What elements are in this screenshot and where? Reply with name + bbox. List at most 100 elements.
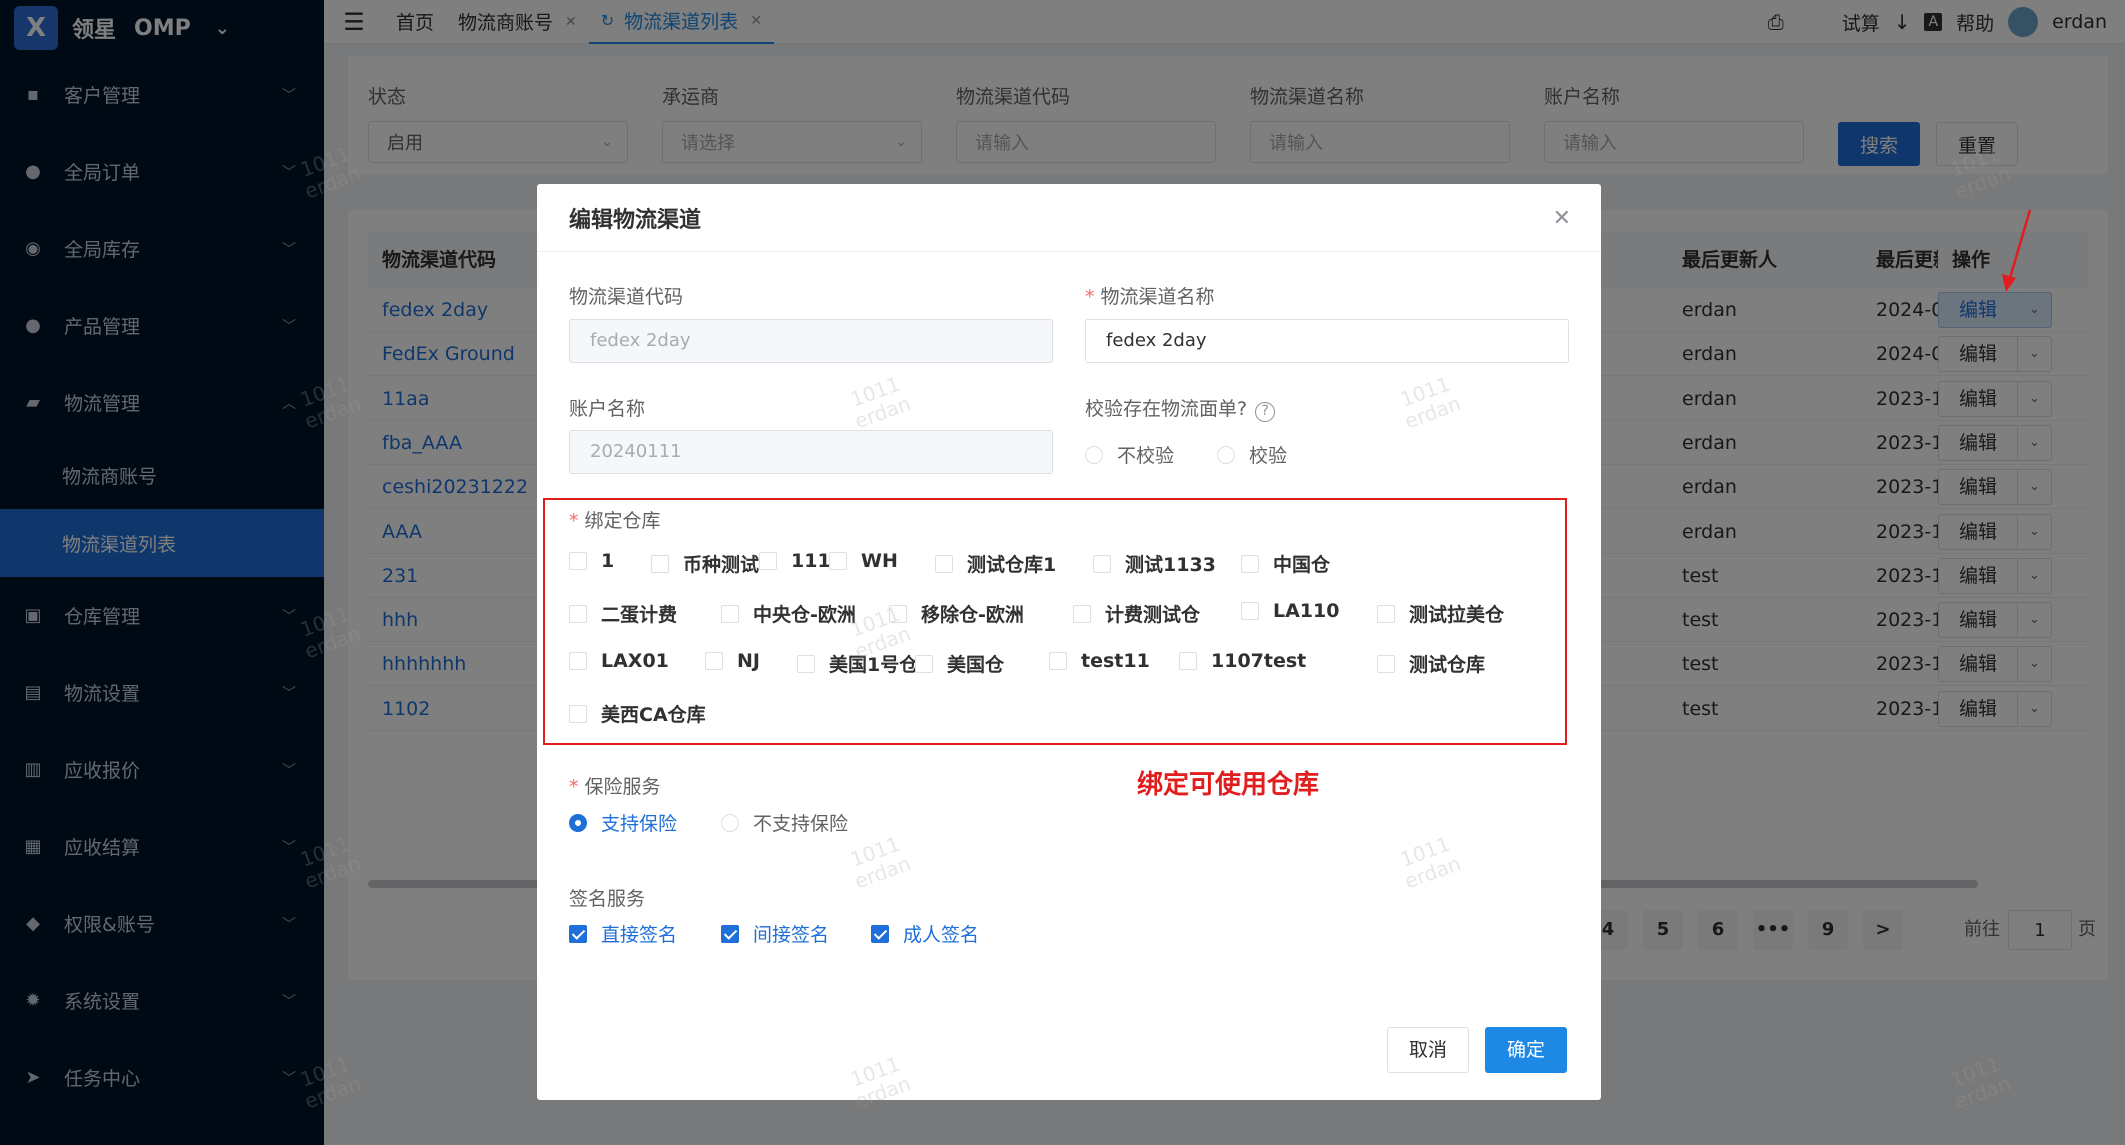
checkbox	[569, 552, 587, 570]
warehouse-option[interactable]: 111	[759, 550, 831, 572]
checkbox-label: 1107test	[1211, 650, 1307, 672]
warehouse-option[interactable]: NJ	[705, 650, 760, 672]
checkbox-label: 移除仓-欧洲	[921, 604, 1024, 626]
warehouse-option[interactable]: 中央仓-欧洲	[721, 600, 856, 627]
required-mark: *	[569, 776, 579, 798]
edit-channel-dialog: 编辑物流渠道 ✕ 物流渠道代码 fedex 2day * 物流渠道名称 fedex…	[537, 184, 1601, 1100]
verify-label: 校验存在物流面单??	[1085, 394, 1276, 422]
channel-name-label: * 物流渠道名称	[1085, 282, 1215, 309]
checkbox-label: LAX01	[601, 650, 669, 672]
warehouse-option[interactable]: LAX01	[569, 650, 669, 672]
warehouse-label: * 绑定仓库	[569, 506, 661, 533]
warehouse-option[interactable]: 1107test	[1179, 650, 1306, 672]
warehouse-option[interactable]: 测试1133	[1093, 550, 1216, 577]
radio-circle	[721, 813, 739, 832]
warehouse-label-text: 绑定仓库	[584, 510, 661, 532]
checkbox-label: 测试仓库1	[967, 554, 1057, 576]
checkbox-label: LA110	[1273, 600, 1340, 622]
warehouse-option[interactable]: test11	[1049, 650, 1150, 672]
checkbox-label: 测试1133	[1125, 554, 1216, 576]
warehouse-option[interactable]: 1	[569, 550, 614, 572]
checkbox	[721, 924, 739, 943]
confirm-button[interactable]: 确定	[1485, 1027, 1567, 1073]
required-mark: *	[569, 510, 579, 532]
account-name-field: 20240111	[569, 430, 1053, 474]
checkbox	[1241, 602, 1259, 620]
checkbox-label: WH	[861, 550, 898, 572]
radio-label: 不校验	[1117, 445, 1175, 467]
dialog-title: 编辑物流渠道	[569, 207, 702, 233]
checkbox	[1093, 554, 1111, 573]
insurance-label-text: 保险服务	[584, 776, 661, 798]
channel-code-label: 物流渠道代码	[569, 282, 683, 309]
warehouse-option[interactable]: 测试拉美仓	[1377, 600, 1504, 627]
checkbox	[797, 654, 815, 673]
verify-option-yes[interactable]: 校验	[1217, 441, 1287, 468]
checkbox-label: 111	[791, 550, 831, 572]
question-icon[interactable]: ?	[1255, 402, 1276, 422]
warehouse-option[interactable]: 二蛋计费	[569, 600, 677, 627]
checkbox	[829, 552, 847, 570]
insurance-option-support[interactable]: 支持保险	[569, 809, 677, 836]
cancel-button[interactable]: 取消	[1387, 1027, 1469, 1073]
checkbox	[569, 652, 587, 670]
insurance-option-unsupported[interactable]: 不支持保险	[721, 809, 848, 836]
radio-circle	[1085, 445, 1103, 464]
channel-name-field[interactable]: fedex 2day	[1085, 319, 1569, 363]
checkbox	[1073, 604, 1091, 623]
checkbox-label: 1	[601, 550, 615, 572]
signature-option-adult[interactable]: 成人签名	[871, 920, 979, 947]
checkbox-label: 美国仓	[947, 654, 1005, 676]
signature-label-text: 签名服务	[569, 888, 646, 910]
warehouse-option[interactable]: 计费测试仓	[1073, 600, 1200, 627]
checkbox-label: 美西CA仓库	[601, 704, 706, 726]
checkbox-label: 计费测试仓	[1105, 604, 1201, 626]
checkbox-label: 测试仓库	[1409, 654, 1486, 676]
account-name-label: 账户名称	[569, 394, 645, 421]
warehouse-option[interactable]: 测试仓库1	[935, 550, 1056, 577]
channel-code-field: fedex 2day	[569, 319, 1053, 363]
checkbox	[721, 604, 739, 623]
radio-circle	[569, 813, 587, 832]
dialog-header: 编辑物流渠道 ✕	[537, 184, 1601, 252]
annotation-text: 绑定可使用仓库	[1137, 770, 1320, 800]
checkbox	[1377, 654, 1395, 673]
checkbox-label: 测试拉美仓	[1409, 604, 1505, 626]
checkbox-label: 直接签名	[601, 924, 678, 946]
account-name-label-text: 账户名称	[569, 398, 646, 420]
signature-option-direct[interactable]: 直接签名	[569, 920, 677, 947]
checkbox-label: 成人签名	[903, 924, 980, 946]
required-mark: *	[1085, 286, 1095, 308]
signature-label: 签名服务	[569, 884, 645, 911]
radio-label: 支持保险	[601, 813, 678, 835]
checkbox	[1241, 554, 1259, 573]
channel-name-label-text: 物流渠道名称	[1100, 286, 1215, 308]
checkbox	[871, 924, 889, 943]
warehouse-option[interactable]: LA110	[1241, 600, 1339, 622]
verify-option-no[interactable]: 不校验	[1085, 441, 1174, 468]
checkbox	[915, 654, 933, 673]
checkbox	[705, 652, 723, 670]
warehouse-option[interactable]: 中国仓	[1241, 550, 1330, 577]
signature-option-indirect[interactable]: 间接签名	[721, 920, 829, 947]
warehouse-option[interactable]: 移除仓-欧洲	[889, 600, 1024, 627]
checkbox	[1179, 652, 1197, 670]
checkbox	[935, 554, 953, 573]
checkbox-label: 间接签名	[753, 924, 830, 946]
channel-code-label-text: 物流渠道代码	[569, 286, 684, 308]
warehouse-option[interactable]: 美国仓	[915, 650, 1004, 677]
warehouse-option[interactable]: 币种测试	[651, 550, 759, 577]
checkbox	[569, 604, 587, 623]
radio-label: 不支持保险	[753, 813, 849, 835]
warehouse-option[interactable]: WH	[829, 550, 898, 572]
close-icon[interactable]: ✕	[1553, 206, 1571, 231]
checkbox	[569, 924, 587, 943]
checkbox-label: 中国仓	[1273, 554, 1331, 576]
radio-label: 校验	[1249, 445, 1288, 467]
verify-label-text: 校验存在物流面单?	[1085, 398, 1248, 420]
checkbox-label: test11	[1081, 650, 1150, 672]
warehouse-option[interactable]: 美西CA仓库	[569, 700, 706, 727]
warehouse-option[interactable]: 测试仓库	[1377, 650, 1485, 677]
checkbox-label: 币种测试	[683, 554, 760, 576]
checkbox	[759, 552, 777, 570]
